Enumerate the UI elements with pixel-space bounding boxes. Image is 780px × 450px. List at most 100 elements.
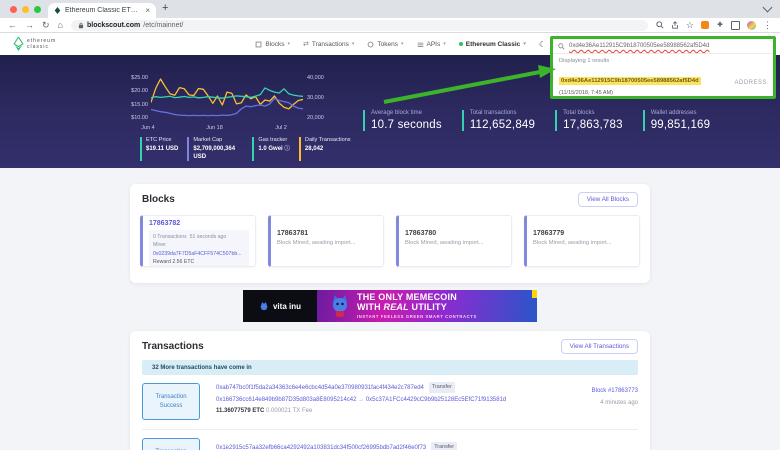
etc-diamond-icon (13, 37, 24, 51)
ad-tagline: INSTANT FEELESS GREEN SMART CONTRACTS (357, 314, 537, 319)
tab-favicon (54, 7, 61, 14)
nav-item-blocks[interactable]: Blocks▾ (255, 41, 290, 48)
share-icon[interactable] (671, 21, 679, 29)
chevron-down-icon: ▾ (523, 41, 526, 47)
from-address-link[interactable]: 0x166736cc614e849b9b87D35d803a8E8095214c… (216, 397, 356, 403)
browser-tab[interactable]: Ethereum Classic ETC Explorer × (48, 3, 156, 18)
etc-logo[interactable]: ethereum classic (13, 37, 56, 51)
price-chart: $25.00$20.00$15.00$10.00 40,00030,00020,… (126, 75, 333, 121)
block-number-link[interactable]: 17863782 (149, 220, 249, 227)
transaction-status-badge: Transaction Success (142, 438, 200, 450)
transaction-type-chip: Transfer (429, 382, 455, 393)
results-count-label: Displaying 1 results (559, 58, 767, 64)
info-icon[interactable]: ⓘ (284, 146, 290, 152)
apis-lines-icon (417, 41, 424, 48)
new-transactions-notification[interactable]: 32 More transactions have come in (142, 360, 638, 375)
block-tile[interactable]: 17863782 0 Transactions 51 seconds ago M… (140, 215, 256, 267)
traffic-close-icon[interactable] (10, 6, 17, 13)
transaction-hash-link[interactable]: 0x1e2915c57aa32efb66ca4292492a103831dc34… (216, 445, 426, 450)
stat-average-block-time: Average block time 10.7 seconds (363, 110, 442, 131)
ad-brand-name: vita inu (273, 302, 301, 311)
chevron-down-icon: ▾ (443, 41, 446, 47)
block-link[interactable]: Block #17863773 (592, 385, 638, 397)
search-icon (558, 43, 565, 50)
annotation-arrow (382, 58, 564, 106)
browser-tabbar: Ethereum Classic ETC Explorer × + (0, 0, 780, 18)
view-all-blocks-button[interactable]: View All Blocks (578, 192, 638, 207)
nav-item-apis[interactable]: APIs▾ (417, 41, 446, 48)
lock-icon (78, 22, 84, 29)
metamask-extension-icon[interactable] (701, 21, 709, 29)
block-tile[interactable]: 17863779 Block Mined, awaiting import... (524, 215, 640, 267)
chart-right-axis: 40,00030,00020,000 (303, 75, 333, 121)
result-type-label: ADDRESS (730, 80, 767, 86)
browser-toolbar: ← → ↻ ⌂ blockscout.com/etc/mainnet/ ☆ ⋮ (0, 18, 780, 33)
network-status-dot (459, 42, 463, 46)
search-icon[interactable] (656, 21, 664, 29)
stat-total-transactions: Total transactions 112,652,849 (462, 110, 535, 131)
stat-market-cap: Market Cap $2,709,000,364 USD (187, 137, 243, 161)
blocks-title: Blocks (142, 194, 175, 205)
transaction-fee: 0.000021 TX Fee (266, 408, 312, 414)
address-bar[interactable]: blockscout.com/etc/mainnet/ (71, 20, 648, 31)
chevron-down-icon: ▾ (352, 41, 355, 47)
nav-item-transactions[interactable]: ⇄ Transactions▾ (303, 40, 354, 48)
new-tab-button[interactable]: + (162, 2, 168, 14)
window-chevron-icon[interactable] (763, 3, 773, 13)
search-input[interactable]: 0xd4e36Ae112915C9b18700505ee58988562af5D… (553, 39, 773, 54)
browser-menu-icon[interactable]: ⋮ (763, 21, 772, 30)
dark-mode-toggle-icon[interactable]: ☾ (539, 40, 546, 49)
forward-icon[interactable]: → (25, 21, 34, 30)
url-host: blockscout.com (87, 22, 140, 29)
back-icon[interactable]: ← (8, 21, 17, 30)
block-tile[interactable]: 17863781 Block Mined, awaiting import... (268, 215, 384, 267)
transactions-card: Transactions View All Transactions 32 Mo… (130, 331, 650, 450)
bookmark-star-icon[interactable]: ☆ (686, 21, 694, 30)
transaction-status-badge: Transaction Success (142, 383, 200, 420)
traffic-minimize-icon[interactable] (22, 6, 29, 13)
extensions-puzzle-icon[interactable] (716, 21, 724, 29)
block-tile[interactable]: 17863780 Block Mined, awaiting import... (396, 215, 512, 267)
home-icon[interactable]: ⌂ (58, 21, 63, 30)
search-dropdown-annotation: 0xd4e36Ae112915C9b18700505ee58988562af5D… (550, 36, 776, 99)
ad-brand-panel: vita inu (243, 290, 317, 322)
blocks-cube-icon (255, 41, 262, 48)
sidebar-icon[interactable] (731, 21, 740, 30)
block-tiles: 17863782 0 Transactions 51 seconds ago M… (140, 215, 640, 267)
transaction-row: Transaction Success 0x1e2915c57aa32efb66… (142, 437, 638, 450)
toolbar-actions: ☆ ⋮ (656, 21, 772, 30)
ad-corner-marker (532, 290, 537, 298)
view-all-transactions-button[interactable]: View All Transactions (561, 339, 638, 354)
transaction-type-chip: Transfer (431, 442, 457, 450)
stat-wallet-addresses: Wallet addresses 99,851,169 (643, 110, 711, 131)
profile-avatar[interactable] (747, 21, 756, 30)
blocks-card: Blocks View All Blocks 17863782 0 Transa… (130, 184, 650, 283)
chart-x-axis: Jun 4Jun 18Jul 2 (148, 125, 300, 133)
reload-icon[interactable]: ↻ (42, 21, 50, 30)
transaction-hash-link[interactable]: 0xab747bc0f1f5da2a34363c6e4e6cbc4d54a0e3… (216, 385, 424, 391)
search-query-text: 0xd4e36Ae112915C9b18700505ee58988562af5D… (569, 43, 709, 49)
nav-item-tokens[interactable]: Tokens▾ (367, 41, 403, 48)
transaction-value: 11.36077579 ETC (216, 408, 264, 414)
transactions-swap-icon: ⇄ (303, 40, 309, 48)
chart-left-axis: $25.00$20.00$15.00$10.00 (126, 75, 151, 121)
stat-daily-transactions: Daily Transactions 28,042 (299, 137, 351, 161)
result-address-highlight[interactable]: 0xd4e36Ae112915C9b18700505ee58988562af5D… (559, 77, 701, 85)
to-address-link[interactable]: 0x5c37A1FCc4429cC9b9b25128Ec5EfC71f91358… (366, 397, 506, 403)
hero-chart-svg (151, 75, 303, 121)
chart-plot (151, 75, 303, 121)
main-nav: Blocks▾ ⇄ Transactions▾ Tokens▾ APIs▾ Et… (255, 33, 546, 55)
miner-address-link[interactable]: 0x0239da7F7D5aF4CFF574C507bb... (153, 251, 242, 257)
traffic-maximize-icon[interactable] (34, 6, 41, 13)
tab-close-icon[interactable]: × (145, 7, 150, 15)
nav-item-network-selector[interactable]: Ethereum Classic▾ (459, 41, 526, 48)
arrow-right-icon: → (358, 397, 364, 403)
transactions-title: Transactions (142, 341, 204, 352)
stat-etc-price: ETC Price $19.11 USD (140, 137, 178, 161)
result-timestamp: (11/15/2018, 7:45 AM) (559, 90, 701, 96)
chevron-down-icon: ▾ (288, 41, 291, 47)
stat-gas-tracker: Gas tracker 1.0 Gwei ⓘ (252, 137, 290, 161)
ad-banner[interactable]: vita inu THE ONLY MEMECOIN WITH REAL UTI… (243, 290, 537, 322)
search-result-item[interactable]: 0xd4e36Ae112915C9b18700505ee58988562af5D… (559, 69, 767, 96)
ad-headline-2: WITH REAL UTILITY (357, 303, 537, 313)
